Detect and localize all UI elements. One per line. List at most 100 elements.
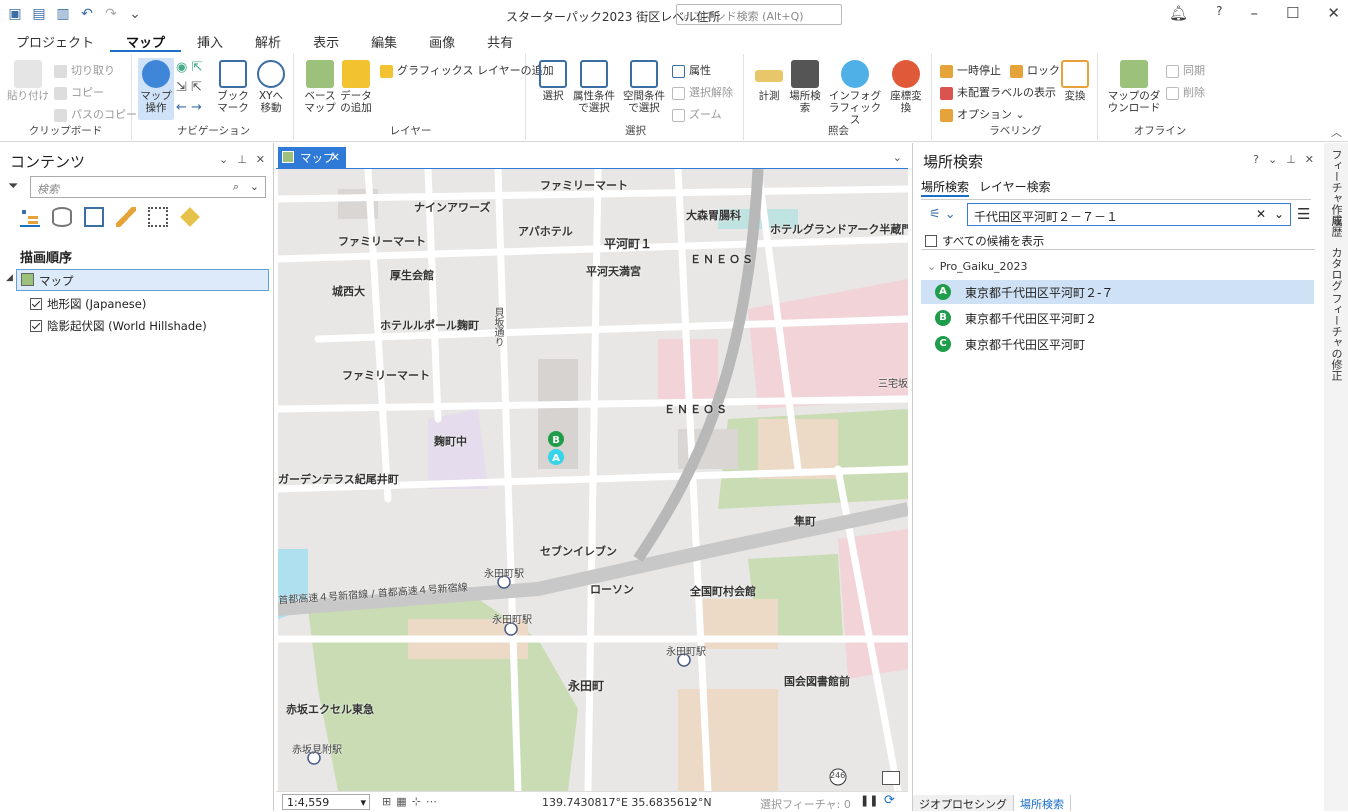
copy-button[interactable]: コピー	[54, 84, 104, 100]
measure-button[interactable]: 計測	[752, 60, 786, 102]
maximize-button[interactable]: ☐	[1286, 4, 1299, 22]
result-item-b[interactable]: B 東京都千代田区平河町２	[921, 306, 1314, 330]
tab-list-icon[interactable]: ⌄	[893, 151, 902, 164]
tab-locate-bottom[interactable]: 場所検索	[1014, 795, 1071, 811]
result-item-c[interactable]: C 東京都千代田区平河町	[921, 332, 1314, 356]
map-canvas[interactable]: B A ファミリーマート ナインアワーズ 大森胃腸科 アパホテル 平河町１ ホテ…	[278, 169, 908, 791]
refresh-icon[interactable]: ⟳	[884, 793, 895, 808]
show-all-checkbox[interactable]	[925, 235, 937, 247]
result-item-a[interactable]: A 東京都千代田区平河町２-７	[921, 280, 1314, 304]
paste-button[interactable]: 貼り付け	[6, 60, 50, 102]
remove-button[interactable]: 削除	[1166, 84, 1205, 100]
new-project-icon[interactable]: ▣	[6, 6, 24, 22]
tab-insert[interactable]: 挿入	[181, 30, 239, 52]
data-source-icon[interactable]	[52, 207, 72, 227]
tab-edit[interactable]: 編集	[355, 30, 413, 52]
scale-selector[interactable]: 1:4,559 ▾	[282, 794, 370, 810]
show-all-candidates[interactable]: すべての候補を表示	[925, 233, 1044, 249]
clear-search-icon[interactable]: ✕	[1256, 207, 1266, 221]
layer-visibility-checkbox[interactable]	[30, 298, 42, 310]
tab-layer-search[interactable]: レイヤー検索	[979, 178, 1051, 197]
tab-locate[interactable]: 場所検索	[921, 178, 970, 197]
locator-settings-icon[interactable]: ⚟ ⌄	[929, 207, 956, 222]
drawing-order-icon[interactable]	[20, 207, 40, 227]
tab-view[interactable]: 表示	[297, 30, 355, 52]
explore-button[interactable]: マップ操作	[138, 58, 174, 120]
tab-geoprocessing[interactable]: ジオプロセシング	[913, 795, 1014, 811]
tab-share[interactable]: 共有	[471, 30, 529, 52]
zoom-to-selection-button[interactable]: ズーム	[672, 106, 722, 122]
bookmarks-button[interactable]: ブックマーク	[216, 60, 250, 114]
cut-button[interactable]: 切り取り	[54, 62, 115, 78]
pin-icon[interactable]: ⊥	[237, 153, 247, 166]
close-button[interactable]: ✕	[1327, 4, 1340, 22]
dropdown-icon[interactable]: ⌄	[250, 180, 259, 193]
help-icon[interactable]: ?	[1253, 153, 1259, 166]
attribution-icon[interactable]	[882, 771, 900, 785]
locate-search-input[interactable]: 千代田区平河町２－７－１ ✕ ⌄	[967, 203, 1291, 226]
layer-item-topographic[interactable]: 地形図 (Japanese)	[30, 296, 146, 312]
help-icon[interactable]: ?	[1216, 4, 1222, 22]
contents-search-input[interactable]: 検索 ⌕ ⌄	[30, 176, 266, 198]
tab-analysis[interactable]: 解析	[239, 30, 297, 52]
editing-pencil-icon[interactable]	[116, 207, 136, 227]
save-project-icon[interactable]: ▥	[54, 6, 72, 22]
tab-project[interactable]: プロジェクト	[0, 30, 110, 52]
locate-button[interactable]: 場所検索	[786, 60, 824, 114]
minimize-button[interactable]: –	[1250, 4, 1258, 22]
open-project-icon[interactable]: ▤	[30, 6, 48, 22]
attributes-button[interactable]: 属性	[672, 62, 711, 78]
fixed-zoom-icon[interactable]: ⇲ ⇱	[176, 80, 202, 95]
collapse-ribbon-icon[interactable]: ︿	[1331, 124, 1342, 140]
side-tab-modify-features[interactable]: フィーチャの修正	[1328, 293, 1344, 381]
full-extent-icon[interactable]: ◉ ⇱	[176, 60, 202, 75]
select-by-attributes-button[interactable]: 属性条件で選択	[570, 60, 618, 114]
layer-visibility-checkbox[interactable]	[30, 320, 42, 332]
select-by-location-button[interactable]: 空間条件で選択	[620, 60, 668, 114]
pane-options-icon[interactable]: ⌄	[219, 153, 228, 166]
add-data-button[interactable]: データの追加	[338, 60, 374, 114]
notification-bell-icon[interactable]: 🔔︎	[1169, 4, 1188, 22]
sync-button[interactable]: 同期	[1166, 62, 1205, 78]
view-unplaced-button[interactable]: 未配置ラベルの表示	[940, 84, 1056, 100]
download-map-button[interactable]: マップのダウンロード	[1104, 60, 1164, 114]
dropdown-icon[interactable]: ⌄	[1274, 207, 1284, 221]
undo-icon[interactable]: ↶	[78, 6, 96, 22]
tab-imagery[interactable]: 画像	[413, 30, 471, 52]
tab-map[interactable]: マップ	[110, 30, 182, 52]
pane-options-icon[interactable]: ⌄	[1268, 153, 1277, 166]
command-search-input[interactable]: ⌕ コマンド検索 (Alt+Q)	[676, 4, 842, 25]
select-button[interactable]: 選択	[536, 60, 570, 102]
locate-menu-icon[interactable]: ☰	[1297, 205, 1310, 223]
infographics-button[interactable]: インフォグラフィックス	[824, 60, 886, 126]
status-tools-icon[interactable]: ⊞▦⊹⋯	[382, 795, 442, 808]
filter-icon[interactable]: ⏷	[8, 179, 18, 194]
result-group-header[interactable]: ⌄ Pro_Gaiku_2023	[927, 260, 1028, 273]
convert-labels-button[interactable]: 変換	[1058, 60, 1092, 102]
side-tab-history[interactable]: 履歴	[1328, 215, 1344, 237]
customize-qat-icon[interactable]: ⌄	[126, 6, 144, 22]
close-pane-icon[interactable]: ✕	[1305, 153, 1314, 166]
basemap-button[interactable]: ベースマップ	[302, 60, 338, 114]
snapping-icon[interactable]	[148, 207, 168, 227]
clear-selection-button[interactable]: 選択解除	[672, 84, 733, 100]
labeling-icon[interactable]	[180, 207, 200, 227]
coord-format-dropdown[interactable]: ⌄	[688, 794, 697, 807]
redo-icon[interactable]: ↷	[102, 6, 120, 22]
expand-arrow-icon[interactable]: ◢	[6, 273, 13, 283]
convert-coordinates-button[interactable]: 座標変換	[888, 60, 924, 114]
side-tab-catalog[interactable]: カタログ	[1328, 247, 1344, 291]
goto-xy-button[interactable]: XYへ移動	[254, 60, 288, 114]
map-view-tab[interactable]: マップ ✕	[278, 147, 346, 168]
close-pane-icon[interactable]: ✕	[256, 153, 265, 166]
layer-item-hillshade[interactable]: 陰影起伏図 (World Hillshade)	[30, 318, 207, 334]
pause-drawing-icon[interactable]: ❚❚	[860, 794, 878, 807]
selection-list-icon[interactable]	[84, 207, 104, 227]
close-tab-icon[interactable]: ✕	[330, 150, 340, 164]
back-forward-icon[interactable]: ← →	[176, 100, 202, 115]
copy-path-button[interactable]: パスのコピー	[54, 106, 137, 122]
pause-labels-button[interactable]: 一時停止	[940, 62, 1001, 78]
lock-labels-button[interactable]: ロック	[1010, 62, 1060, 78]
map-tree-item[interactable]: マップ	[16, 269, 269, 291]
label-options-button[interactable]: オプション ⌄	[940, 106, 1025, 122]
